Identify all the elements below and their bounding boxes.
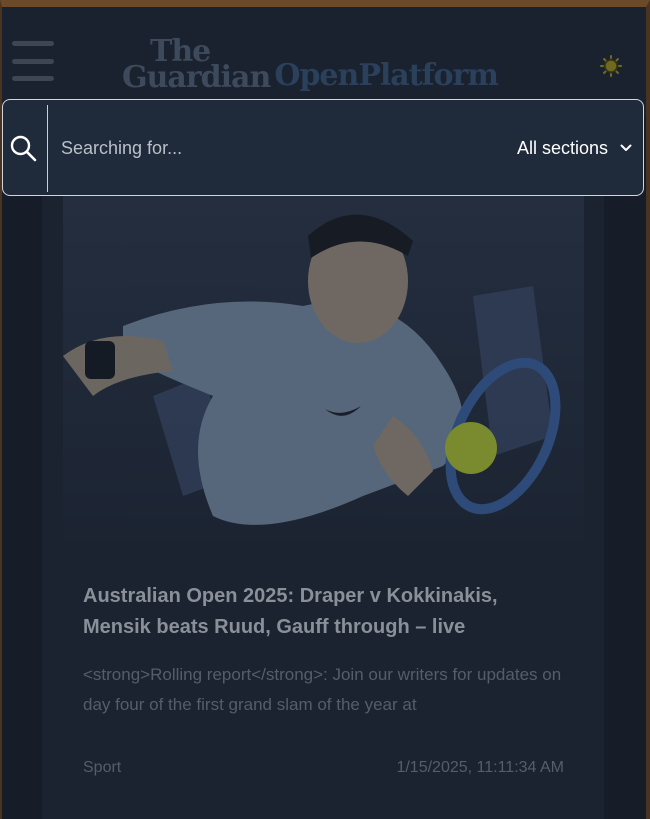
guardian-open-platform-logo[interactable]: The Guardian OpenPlatform <box>122 31 499 96</box>
section-select[interactable]: All sections <box>517 136 632 160</box>
article-section: Sport <box>83 759 122 776</box>
logo-word-guardian: Guardian <box>122 60 271 96</box>
search-bar: All sections <box>2 99 644 196</box>
article-description: <strong>Rolling report</strong>: Join ou… <box>83 665 562 714</box>
article-title[interactable]: Australian Open 2025: Draper v Kokkinaki… <box>83 581 563 643</box>
hamburger-menu-icon[interactable] <box>12 41 54 81</box>
search-icon[interactable] <box>9 134 37 162</box>
section-select-label: All sections <box>517 137 609 158</box>
article-date: 1/15/2025, 11:11:34 AM <box>396 759 564 776</box>
search-divider <box>47 105 48 192</box>
logo-open-platform-text: OpenPlatform <box>274 58 499 93</box>
article-image[interactable] <box>63 196 584 541</box>
tennis-photo <box>63 196 584 541</box>
search-input[interactable] <box>59 130 463 166</box>
logo-guardian-text: The Guardian <box>122 37 271 96</box>
app-frame: The Guardian OpenPlatform Australian Ope… <box>0 0 650 819</box>
article-card[interactable]: Australian Open 2025: Draper v Kokkinaki… <box>42 196 604 819</box>
sun-icon[interactable] <box>600 55 622 77</box>
theme-toggle-svg <box>600 55 622 77</box>
chevron-down-icon <box>620 144 632 151</box>
